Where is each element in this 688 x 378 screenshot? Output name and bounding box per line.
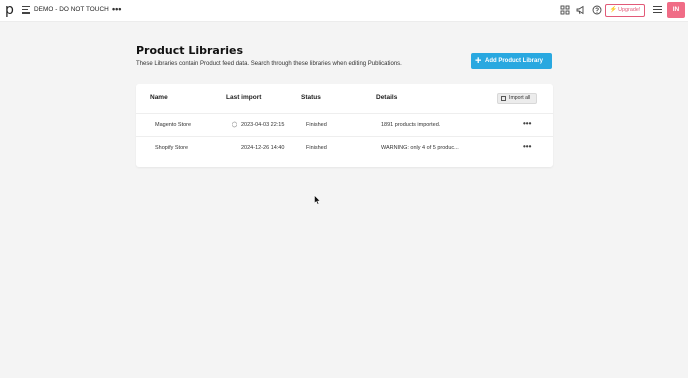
row-name[interactable]: Shopify Store — [155, 145, 188, 151]
plus-icon: + — [475, 55, 482, 67]
row-more-icon[interactable]: ••• — [523, 142, 531, 151]
help-icon[interactable] — [592, 5, 602, 15]
import-all-button[interactable]: Import all — [497, 93, 537, 104]
table-row[interactable]: Shopify Store 2024-12-26 14:40 Finished … — [136, 136, 553, 159]
column-header-status[interactable]: Status — [301, 94, 321, 101]
hamburger-menu-icon[interactable] — [22, 6, 30, 14]
mouse-cursor-icon — [314, 195, 321, 205]
row-details: 1891 products imported. — [381, 122, 441, 128]
page-subtitle: These Libraries contain Product feed dat… — [136, 61, 402, 67]
grid-icon[interactable] — [560, 5, 570, 15]
column-header-details[interactable]: Details — [376, 94, 397, 101]
add-product-library-button[interactable]: + Add Product Library — [471, 53, 552, 69]
add-product-library-label: Add Product Library — [485, 58, 544, 64]
import-all-label: Import all — [509, 95, 531, 101]
import-icon — [501, 96, 506, 101]
page-title: Product Libraries — [136, 44, 244, 57]
row-last-import: 2023-04-03 22:15 — [241, 122, 285, 128]
bolt-icon: ⚡ — [609, 7, 618, 13]
sync-icon — [232, 121, 237, 128]
row-name[interactable]: Magento Store — [155, 122, 191, 128]
row-status: Finished — [306, 122, 327, 128]
table-row[interactable]: Magento Store 2023-04-03 22:15 Finished … — [136, 113, 553, 136]
row-more-icon[interactable]: ••• — [523, 119, 531, 128]
row-status: Finished — [306, 145, 327, 151]
column-header-name[interactable]: Name — [150, 94, 168, 101]
top-bar: p DEMO - DO NOT TOUCH ••• ⚡Upgrade! IN — [0, 0, 688, 22]
megaphone-icon[interactable] — [576, 5, 586, 15]
user-avatar[interactable]: IN — [667, 2, 685, 18]
workspace-more-icon[interactable]: ••• — [112, 4, 121, 14]
workspace-name[interactable]: DEMO - DO NOT TOUCH — [34, 6, 109, 13]
product-libraries-table: Name Last import Status Details Import a… — [136, 84, 553, 167]
row-last-import: 2024-12-26 14:40 — [241, 145, 285, 151]
upgrade-button[interactable]: ⚡Upgrade! — [605, 4, 645, 17]
app-logo[interactable]: p — [5, 3, 16, 18]
settings-lines-icon[interactable] — [653, 6, 662, 14]
upgrade-label: Upgrade! — [618, 7, 641, 13]
column-header-last-import[interactable]: Last import — [226, 94, 261, 101]
row-details: WARNING: only 4 of 5 produc... — [381, 145, 459, 151]
